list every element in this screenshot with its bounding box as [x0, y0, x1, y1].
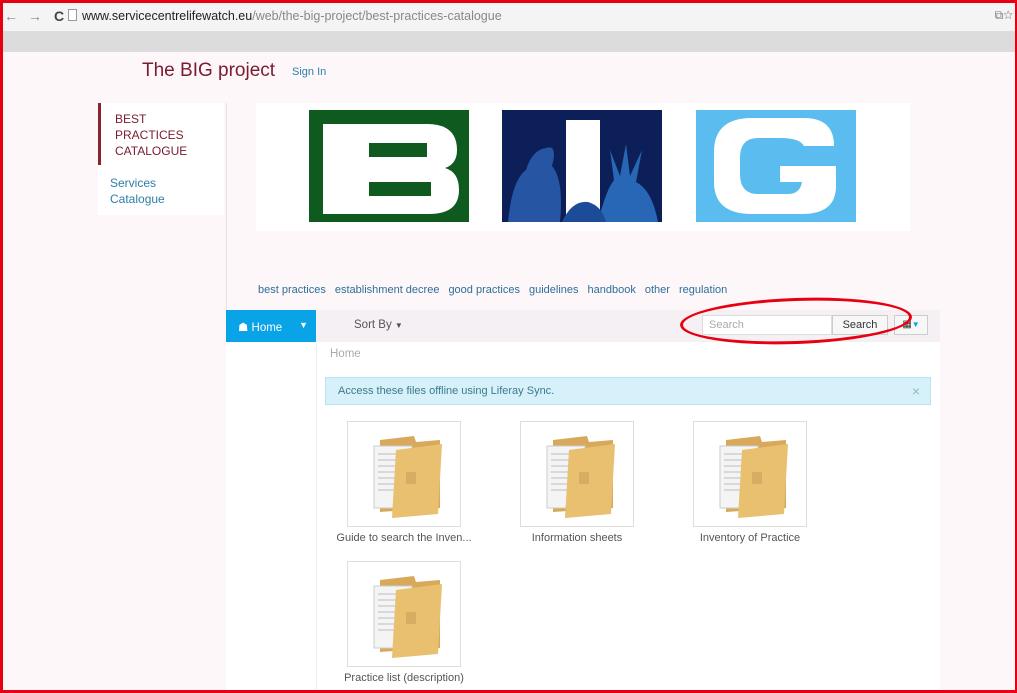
sort-by-label: Sort By	[354, 319, 392, 331]
tag-regulation[interactable]: regulation	[679, 284, 727, 296]
tag-best-practices[interactable]: best practices	[258, 284, 326, 296]
nav-item-best-practices-catalogue[interactable]: BEST PRACTICES CATALOGUE	[98, 103, 224, 165]
big-banner: B	[256, 103, 910, 231]
bookmarks-bar	[0, 32, 1017, 52]
folder-thumbnail[interactable]	[347, 421, 461, 527]
back-icon[interactable]: ←	[4, 8, 18, 24]
chevron-down-icon: ▼	[394, 321, 403, 330]
nav-item-services-catalogue[interactable]: Services Catalogue	[110, 175, 190, 207]
page-icon	[68, 9, 77, 21]
chevron-down-icon: ▼	[299, 320, 308, 330]
left-navigation: BEST PRACTICES CATALOGUE Services Catalo…	[98, 103, 224, 215]
letter-b-graphic: B	[323, 124, 459, 214]
banner-tile-g	[696, 110, 856, 222]
folder-label[interactable]: Practice list (description)	[327, 672, 481, 684]
tag-guidelines[interactable]: guidelines	[529, 284, 579, 296]
letter-i-graphic	[508, 120, 658, 222]
tag-handbook[interactable]: handbook	[588, 284, 636, 296]
folder-label[interactable]: Information sheets	[500, 532, 654, 544]
sign-in-link[interactable]: Sign In	[292, 66, 326, 78]
banner-tile-b: B	[309, 110, 469, 222]
reload-icon[interactable]: C	[54, 8, 64, 24]
folder-thumbnail[interactable]	[693, 421, 807, 527]
forward-icon[interactable]: →	[28, 8, 42, 24]
folder-thumbnail[interactable]	[520, 421, 634, 527]
sync-alert: Access these files offline using Liferay…	[325, 377, 931, 405]
tag-good-practices[interactable]: good practices	[448, 284, 520, 296]
sort-by-dropdown[interactable]: Sort By ▼	[354, 319, 403, 331]
nav-item-label: Services Catalogue	[110, 176, 165, 206]
extension-icon[interactable]: ⧉☆	[995, 8, 1013, 23]
divider	[226, 103, 227, 313]
folder-label[interactable]: Guide to search the Inven...	[327, 532, 481, 544]
home-button[interactable]: ☗ Home ▼	[226, 310, 316, 342]
chevron-down-icon: ▼	[911, 320, 920, 329]
folder-thumbnail[interactable]	[347, 561, 461, 667]
url-domain: www.servicecentrelifewatch.eu	[82, 9, 253, 23]
breadcrumb[interactable]: Home	[330, 348, 361, 360]
home-icon: ☗	[238, 322, 249, 334]
site-title[interactable]: The BIG project	[142, 60, 275, 82]
browser-address-bar: ← → C www.servicecentrelifewatch.eu/web/…	[0, 0, 1017, 32]
letter-g-graphic	[714, 118, 836, 214]
tag-other[interactable]: other	[645, 284, 670, 296]
url-field[interactable]: www.servicecentrelifewatch.eu/web/the-bi…	[82, 9, 502, 23]
folder-label[interactable]: Inventory of Practice	[673, 532, 827, 544]
folder-icon	[373, 576, 442, 658]
nav-item-label: BEST PRACTICES CATALOGUE	[115, 112, 188, 158]
folder-icon	[373, 436, 442, 518]
folder-icon	[546, 436, 615, 518]
folder-icon	[719, 436, 788, 518]
alert-text: Access these files offline using Liferay…	[338, 385, 555, 397]
home-label: Home	[251, 322, 283, 334]
close-icon[interactable]: ×	[912, 383, 920, 399]
folder-sidebar	[226, 342, 317, 693]
tag-establishment-decree[interactable]: establishment decree	[335, 284, 440, 296]
url-path: /web/the-big-project/best-practices-cata…	[252, 9, 502, 23]
tag-cloud: best practices establishment decree good p…	[258, 284, 736, 296]
banner-tile-i	[502, 110, 662, 222]
